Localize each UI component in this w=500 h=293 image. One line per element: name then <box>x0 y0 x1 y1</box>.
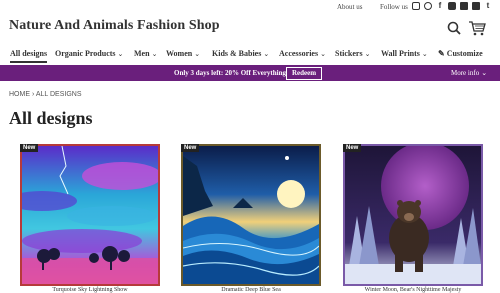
promo-banner: Only 3 days left: 20% Off Everything Red… <box>0 65 500 81</box>
breadcrumb: HOME › ALL DESIGNS <box>9 91 82 98</box>
tiktok-icon[interactable] <box>460 2 468 10</box>
nav-label: Kids & Babies <box>212 49 262 58</box>
nav-label: All designs <box>10 49 48 58</box>
nav-item-customize[interactable]: ✎ Customize <box>438 49 483 58</box>
nav-item-kids-babies[interactable]: Kids & Babies ⌄ <box>212 49 269 58</box>
main-nav: All designs Organic Products ⌄ Men ⌄ Women… <box>0 46 500 64</box>
nav-label: Organic Products <box>55 49 116 58</box>
nav-item-wall-prints[interactable]: Wall Prints ⌄ <box>381 49 428 58</box>
nav-item-men[interactable]: Men ⌄ <box>134 49 157 58</box>
product-card[interactable]: New <box>20 144 160 286</box>
nav-label: Stickers <box>335 49 363 58</box>
youtube-icon[interactable] <box>448 2 456 10</box>
square-icon[interactable] <box>472 2 480 10</box>
redeem-button[interactable]: Redeem <box>286 67 323 80</box>
search-icon[interactable] <box>447 21 461 35</box>
product-title[interactable]: Dramatic Deep Blue Sea <box>181 287 321 293</box>
pencil-icon: ✎ <box>438 49 447 58</box>
more-info-link[interactable]: More info ⌄ <box>451 69 487 77</box>
page-title: All designs <box>9 108 93 128</box>
chevron-down-icon: ⌄ <box>194 50 201 58</box>
chevron-down-icon: ⌄ <box>320 50 326 58</box>
nav-label: Men <box>134 49 150 58</box>
product-card[interactable]: New <box>181 144 321 286</box>
chevron-down-icon: ⌄ <box>481 69 488 77</box>
facebook-icon[interactable]: f <box>436 2 444 10</box>
product-frame <box>20 144 160 286</box>
top-bar: About us Follow us f t <box>0 0 500 14</box>
new-badge: New <box>20 144 39 152</box>
instagram-icon[interactable] <box>412 2 420 10</box>
breadcrumb-current: ALL DESIGNS <box>35 91 82 98</box>
more-info-label: More info <box>451 69 480 77</box>
nav-item-women[interactable]: Women ⌄ <box>166 49 200 58</box>
nav-label: Customize <box>446 49 483 58</box>
nav-item-accessories[interactable]: Accessories ⌄ <box>279 49 326 58</box>
nav-item-stickers[interactable]: Stickers ⌄ <box>335 49 370 58</box>
follow-label: Follow us <box>380 3 408 11</box>
nav-item-organic-products[interactable]: Organic Products ⌄ <box>55 49 123 58</box>
product-frame <box>181 144 321 286</box>
cart-icon[interactable] <box>468 20 486 36</box>
chevron-down-icon: ⌄ <box>151 50 158 58</box>
nav-label: Women <box>166 49 193 58</box>
product-frame <box>343 144 483 286</box>
breadcrumb-home[interactable]: HOME <box>9 91 30 98</box>
chevron-down-icon: ⌄ <box>117 50 124 58</box>
new-badge: New <box>343 144 362 152</box>
social-icons: f t <box>412 2 492 10</box>
nav-item-all-designs[interactable]: All designs <box>10 49 48 63</box>
promo-text: Only 3 days left: 20% Off Everything <box>174 69 286 77</box>
chevron-down-icon: ⌄ <box>364 50 371 58</box>
chevron-down-icon: ⌄ <box>263 50 270 58</box>
pinterest-icon[interactable] <box>424 2 432 10</box>
nav-label: Wall Prints <box>381 49 420 58</box>
twitter-icon[interactable]: t <box>484 2 492 10</box>
new-badge: New <box>181 144 200 152</box>
nav-label: Accessories <box>279 49 319 58</box>
product-card[interactable]: New <box>343 144 483 286</box>
shop-logo[interactable]: Nature And Animals Fashion Shop <box>9 18 220 34</box>
product-title[interactable]: Turquoise Sky Lightning Show <box>20 287 160 293</box>
about-link[interactable]: About us <box>337 3 362 11</box>
product-title[interactable]: Winter Moon, Bear's Nighttime Majesty <box>343 287 483 293</box>
chevron-down-icon: ⌄ <box>421 50 428 58</box>
